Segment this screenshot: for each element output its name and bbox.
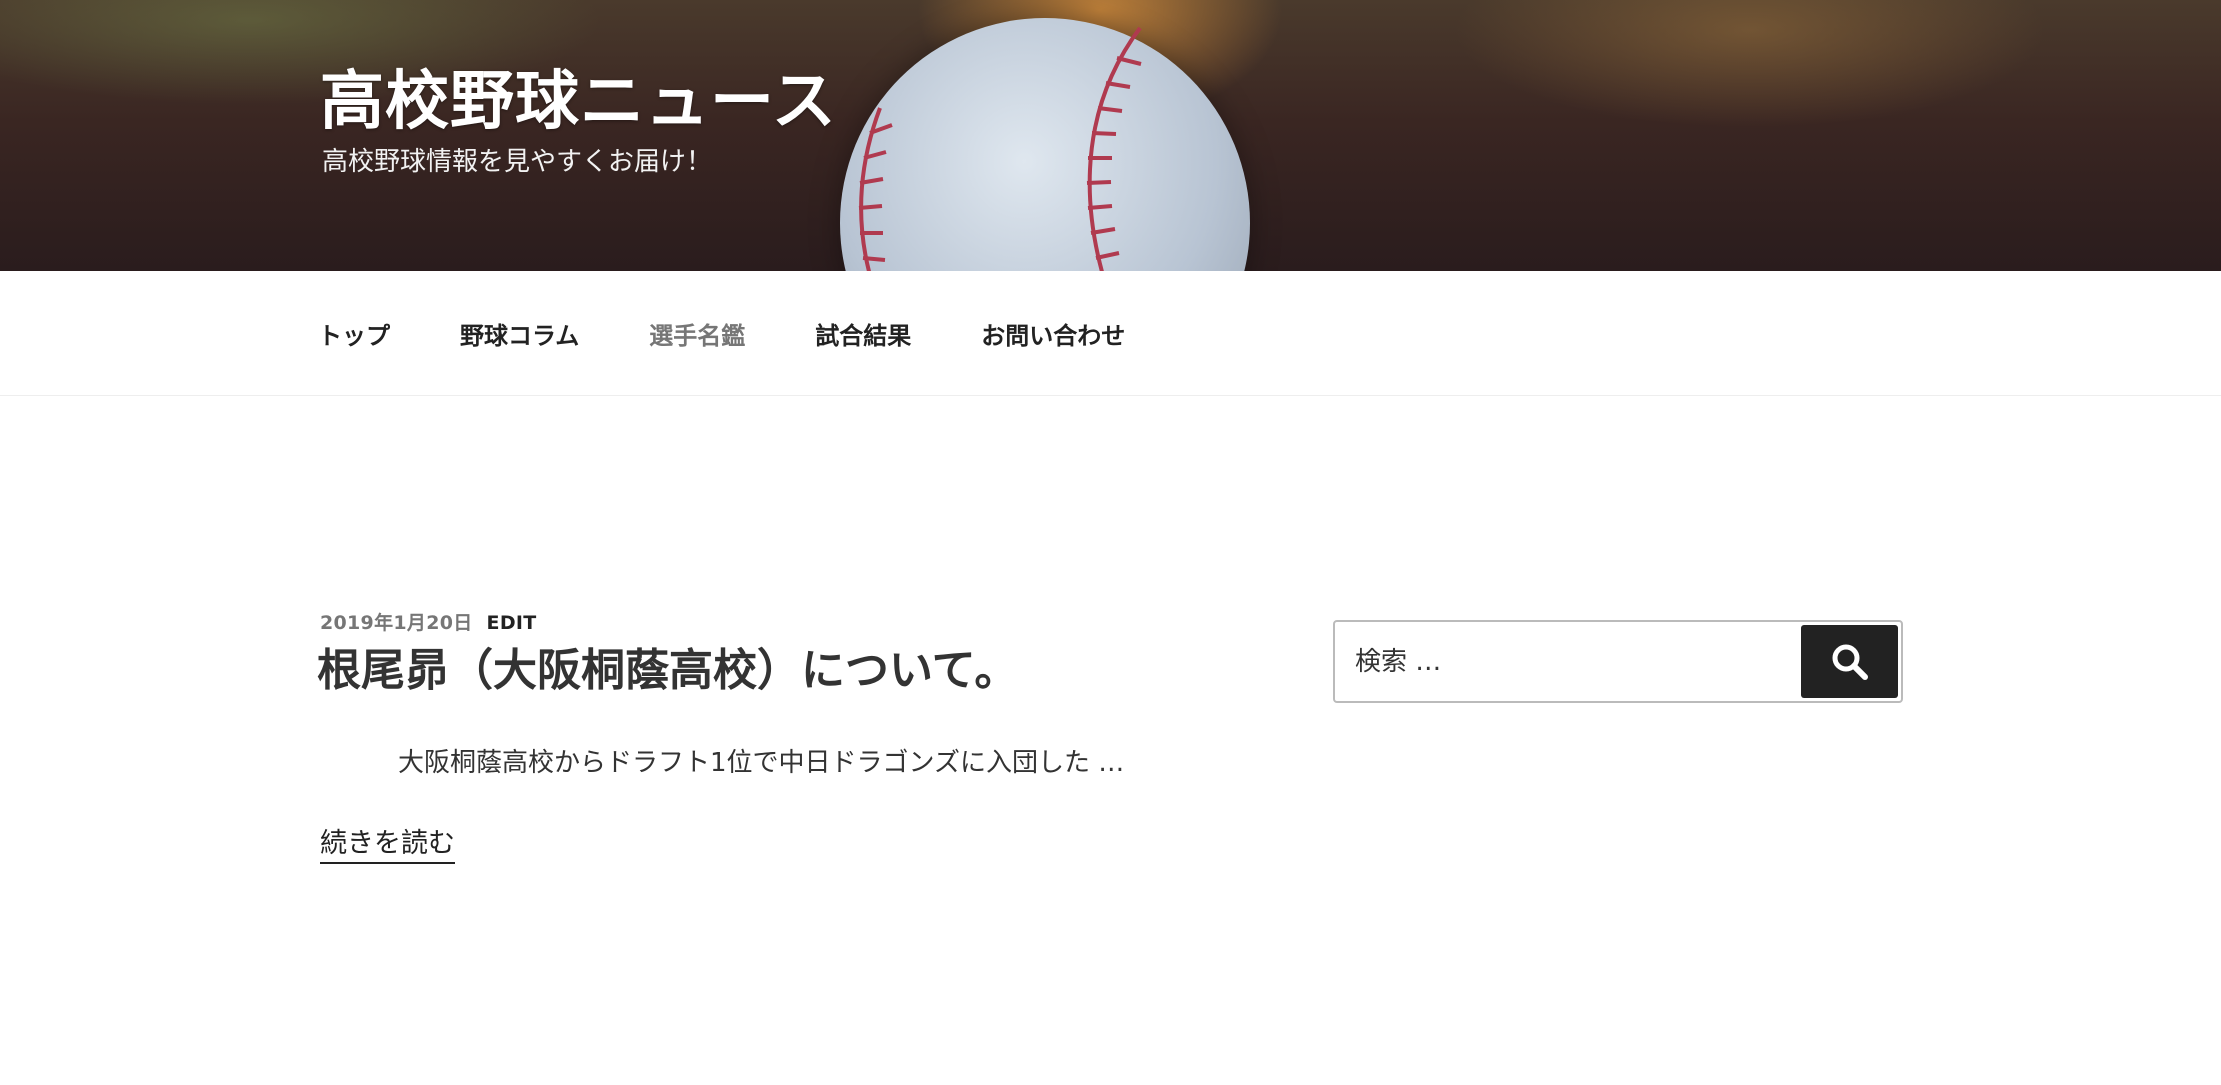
site-title[interactable]: 高校野球ニュース <box>320 62 837 142</box>
edit-link[interactable]: EDIT <box>487 612 537 634</box>
search-input[interactable] <box>1335 622 1795 701</box>
search-icon <box>1832 644 1868 680</box>
nav-item-game-results[interactable]: 試合結果 <box>815 316 911 351</box>
search-form <box>1333 620 1903 703</box>
post-date[interactable]: 2019年1月20日 <box>320 612 473 634</box>
baseball-stitches-icon <box>858 26 1142 271</box>
nav-menu: トップ 野球コラム 選手名鑑 試合結果 お問い合わせ <box>318 271 1195 396</box>
search-button[interactable] <box>1801 625 1898 698</box>
nav-item-contact[interactable]: お問い合わせ <box>981 316 1125 351</box>
post-title[interactable]: 根尾昴（大阪桐蔭高校）について。 <box>317 641 1200 701</box>
nav-item-player-directory[interactable]: 選手名鑑 <box>649 316 745 351</box>
nav-item-baseball-column[interactable]: 野球コラム <box>460 316 579 351</box>
post-excerpt: 大阪桐蔭高校からドラフト1位で中日ドラゴンズに入団した … <box>398 748 1125 778</box>
baseball-image <box>840 18 1250 271</box>
site-description: 高校野球情報を見やすくお届け！ <box>322 147 713 177</box>
site-header: 高校野球ニュース 高校野球情報を見やすくお届け！ <box>0 0 2221 271</box>
read-more-link[interactable]: 続きを読む <box>320 827 455 864</box>
post-article: 2019年1月20日 EDIT 根尾昴（大阪桐蔭高校）について。 大阪桐蔭高校から… <box>317 608 1200 864</box>
nav-item-top[interactable]: トップ <box>318 316 390 351</box>
entry-meta: 2019年1月20日 EDIT <box>320 608 1200 635</box>
main-navigation: トップ 野球コラム 選手名鑑 試合結果 お問い合わせ <box>0 271 2221 396</box>
site-branding: 高校野球ニュース 高校野球情報を見やすくお届け！ <box>320 62 837 180</box>
